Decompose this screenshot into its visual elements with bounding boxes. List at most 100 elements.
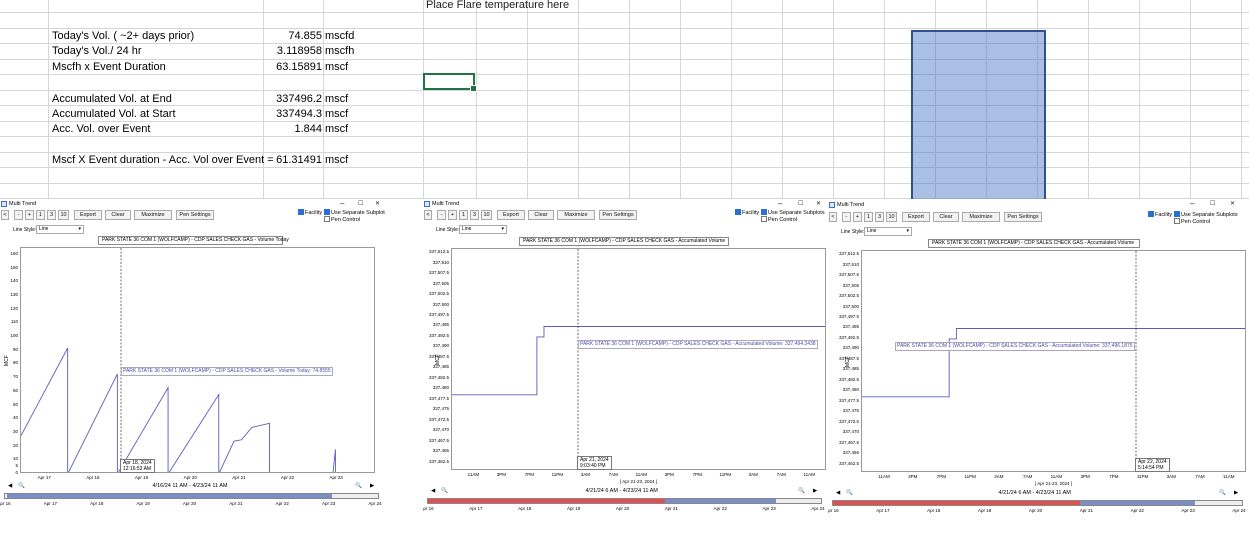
clear-button[interactable]: Clear — [105, 210, 131, 220]
multi-trend-window-1[interactable]: Multi Trend – ☐ ✕ < - +1 3 10 Export Clear Maximize… — [0, 199, 385, 535]
x-tick-label: 3AM — [580, 472, 590, 477]
zoom-in-button[interactable]: + — [448, 210, 457, 220]
minimize-button[interactable]: – — [340, 199, 344, 209]
line-style-select[interactable]: Line ▾ — [864, 227, 912, 236]
row-value-todays-vol: 74.855 — [288, 30, 322, 42]
nav-left-button[interactable]: ◀ — [431, 488, 435, 494]
range-tick-label: Apr 18 — [518, 506, 532, 511]
checkbox-icon — [735, 209, 741, 215]
range-1-button[interactable]: 1 — [459, 210, 468, 220]
grid-row-line — [0, 121, 1249, 122]
back-button[interactable]: < — [1, 210, 9, 220]
y-tick-label: 90 — [12, 346, 18, 352]
zoom-in-icon[interactable]: 🔍 — [798, 488, 805, 494]
zoom-out-button[interactable]: - — [842, 212, 851, 222]
maximize-window-button[interactable]: ☐ — [798, 199, 803, 209]
clear-button[interactable]: Clear — [933, 212, 959, 222]
zoom-out-icon[interactable]: 🔍 — [441, 488, 448, 494]
line-style-select[interactable]: Line ▾ — [36, 225, 84, 234]
chart-legend: PARK STATE 36 COM 1 (WOLFCAMP) - CDP SAL… — [519, 237, 729, 246]
maximize-window-button[interactable]: ☐ — [358, 199, 363, 209]
cursor-value-annotation: PARK STATE 36 COM 1 (WOLFCAMP) - CDP SAL… — [578, 339, 818, 349]
zoom-in-icon[interactable]: 🔍 — [1219, 490, 1226, 496]
pen-control-checkbox[interactable]: Pen Control — [761, 216, 797, 224]
row-label-final-result: Mscf X Event duration - Acc. Vol over Ev… — [52, 154, 274, 166]
range-10-button[interactable]: 10 — [481, 210, 492, 220]
facility-label: Facility — [742, 210, 760, 216]
row-label-acc-over-event: Acc. Vol. over Event — [52, 123, 151, 135]
zoom-out-icon[interactable]: 🔍 — [846, 490, 853, 496]
zoom-out-icon[interactable]: 🔍 — [18, 483, 25, 489]
y-tick-label: 337,505 — [842, 282, 859, 288]
export-button[interactable]: Export — [497, 210, 525, 220]
back-button[interactable]: < — [829, 212, 837, 222]
time-range-bar[interactable] — [4, 493, 379, 499]
selected-cell[interactable] — [423, 73, 477, 92]
legend-entry: PARK STATE 36 COM 1 (WOLFCAMP) - CDP SAL… — [932, 240, 1135, 246]
range-3-button[interactable]: 3 — [47, 210, 56, 220]
pen-settings-button[interactable]: Pen Settings — [1004, 212, 1042, 222]
facility-label: Facility — [305, 210, 323, 216]
close-button[interactable]: ✕ — [816, 199, 821, 209]
x-tick-label: Apr 18 — [86, 475, 100, 480]
nav-right-button[interactable]: ▶ — [370, 483, 374, 489]
y-tick-label: 337,485 — [842, 366, 859, 372]
pen-settings-button[interactable]: Pen Settings — [599, 210, 637, 220]
maximize-button[interactable]: Maximize — [962, 212, 1000, 222]
maximize-button[interactable]: Maximize — [134, 210, 172, 220]
pen-control-checkbox[interactable]: Pen Control — [324, 216, 360, 224]
line-style-value: Line — [462, 226, 472, 232]
close-button[interactable]: ✕ — [1230, 199, 1235, 209]
range-1-button[interactable]: 1 — [36, 210, 45, 220]
range-3-button[interactable]: 3 — [875, 212, 884, 222]
close-button[interactable]: ✕ — [375, 199, 380, 209]
multi-trend-window-3[interactable]: Multi Trend – ☐ ✕ < - +1 3 10 Export Clear Maximize… — [828, 199, 1249, 535]
export-button[interactable]: Export — [902, 212, 930, 222]
facility-checkbox[interactable]: Facility — [298, 209, 322, 217]
multi-trend-window-2[interactable]: Multi Trend – ☐ ✕ < - +1 3 10 Export Clear Maximize… — [423, 199, 828, 535]
time-range-bar[interactable] — [832, 500, 1243, 506]
minimize-button[interactable]: – — [1190, 199, 1194, 209]
plot-area[interactable] — [20, 247, 375, 473]
export-button[interactable]: Export — [74, 210, 102, 220]
time-range-bar[interactable] — [427, 498, 822, 504]
zoom-in-button[interactable]: + — [25, 210, 34, 220]
spreadsheet[interactable]: Place Flare temperature here Today's Vol… — [0, 0, 1249, 210]
maximize-window-button[interactable]: ☐ — [1210, 199, 1215, 209]
plot-area[interactable] — [451, 248, 826, 470]
range-10-button[interactable]: 10 — [886, 212, 897, 222]
nav-right-button[interactable]: ▶ — [1234, 490, 1238, 496]
back-button[interactable]: < — [424, 210, 432, 220]
blue-rectangle-shape[interactable] — [911, 30, 1046, 210]
nav-left-button[interactable]: ◀ — [8, 483, 12, 489]
zoom-in-button[interactable]: + — [853, 212, 862, 222]
toolbar: < - +1 3 10 Export Clear Maximize Pen Settings Fa… — [0, 209, 385, 224]
facility-checkbox[interactable]: Facility — [1148, 211, 1172, 219]
clear-button[interactable]: Clear — [528, 210, 554, 220]
zoom-out-button[interactable]: - — [14, 210, 23, 220]
minimize-button[interactable]: – — [778, 199, 782, 209]
plot-area[interactable] — [861, 250, 1246, 472]
range-10-button[interactable]: 10 — [58, 210, 69, 220]
range-1-button[interactable]: 1 — [864, 212, 873, 222]
range-tick-label: Apr 16 — [828, 508, 839, 513]
y-tick-label: 337,495 — [842, 324, 859, 330]
nav-right-button[interactable]: ▶ — [813, 488, 817, 494]
x-tick-label: 11AM — [467, 472, 480, 477]
range-tick-label: Apr 22 — [275, 501, 289, 506]
nav-left-button[interactable]: ◀ — [836, 490, 840, 496]
range-tick-label: Apr 18 — [90, 501, 104, 506]
zoom-in-icon[interactable]: 🔍 — [355, 483, 362, 489]
zoom-out-button[interactable]: - — [437, 210, 446, 220]
line-style-select[interactable]: Line ▾ — [459, 225, 507, 234]
range-tick-label: Apr 16 — [423, 506, 434, 511]
pen-control-checkbox[interactable]: Pen Control — [1174, 218, 1210, 226]
facility-checkbox[interactable]: Facility — [735, 209, 759, 217]
maximize-button[interactable]: Maximize — [557, 210, 595, 220]
y-tick-label: 337,477.5 — [838, 397, 859, 403]
range-3-button[interactable]: 3 — [470, 210, 479, 220]
grid-row-line — [0, 43, 1249, 44]
pen-settings-button[interactable]: Pen Settings — [176, 210, 214, 220]
y-tick-label: 50 — [12, 401, 18, 407]
x-tick-label: 7PM — [936, 474, 947, 479]
